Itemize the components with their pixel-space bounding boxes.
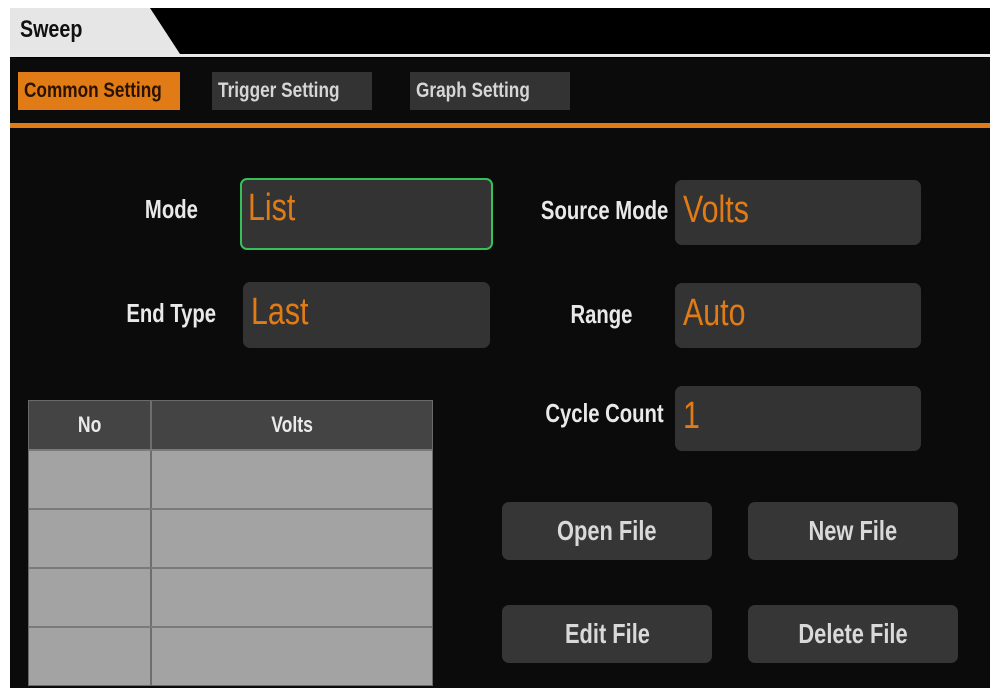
tab-trigger-setting[interactable]: Trigger Setting [212,72,372,110]
delete-file-button[interactable]: Delete File [748,605,958,663]
new-file-label: New File [808,515,898,546]
open-file-label: Open File [557,515,657,546]
column-header-no: No [29,401,150,449]
tab-common-setting-label: Common Setting [24,79,162,102]
delete-file-label: Delete File [798,618,908,649]
list-table[interactable]: No Volts [28,400,433,686]
range-value: Auto [683,292,746,334]
column-header-volts: Volts [152,401,432,449]
column-header-volts-label: Volts [271,412,313,437]
open-file-button[interactable]: Open File [502,502,712,560]
mode-value: List [248,187,296,229]
window-title: Sweep [20,16,83,43]
column-divider [150,401,152,685]
source-mode-field[interactable]: Volts [675,180,921,245]
cycle-count-field[interactable]: 1 [675,386,921,451]
end-type-label: End Type [126,298,216,328]
end-type-value: Last [251,291,309,333]
row-divider [29,449,432,451]
tab-graph-setting-label: Graph Setting [416,79,530,102]
cycle-count-value: 1 [683,395,700,437]
title-bar: Sweep [10,8,990,58]
new-file-button[interactable]: New File [748,502,958,560]
edit-file-button[interactable]: Edit File [502,605,712,663]
mode-label: Mode [145,194,198,224]
title-divider [10,54,990,57]
row-divider [29,567,432,569]
source-mode-label: Source Mode [540,195,668,225]
mode-field[interactable]: List [240,178,493,250]
row-divider [29,508,432,510]
end-type-field[interactable]: Last [243,282,490,348]
sweep-screen: Sweep Common Setting Trigger Setting Gra… [10,8,990,688]
source-mode-value: Volts [683,189,749,231]
range-field[interactable]: Auto [675,283,921,348]
column-header-no-label: No [77,412,102,437]
cycle-count-label: Cycle Count [545,398,664,428]
tab-common-setting[interactable]: Common Setting [18,72,180,110]
tab-accent-divider [10,123,990,128]
edit-file-label: Edit File [564,618,650,649]
row-divider [29,626,432,628]
range-label: Range [570,299,632,329]
tab-graph-setting[interactable]: Graph Setting [410,72,570,110]
tab-trigger-setting-label: Trigger Setting [218,79,340,102]
